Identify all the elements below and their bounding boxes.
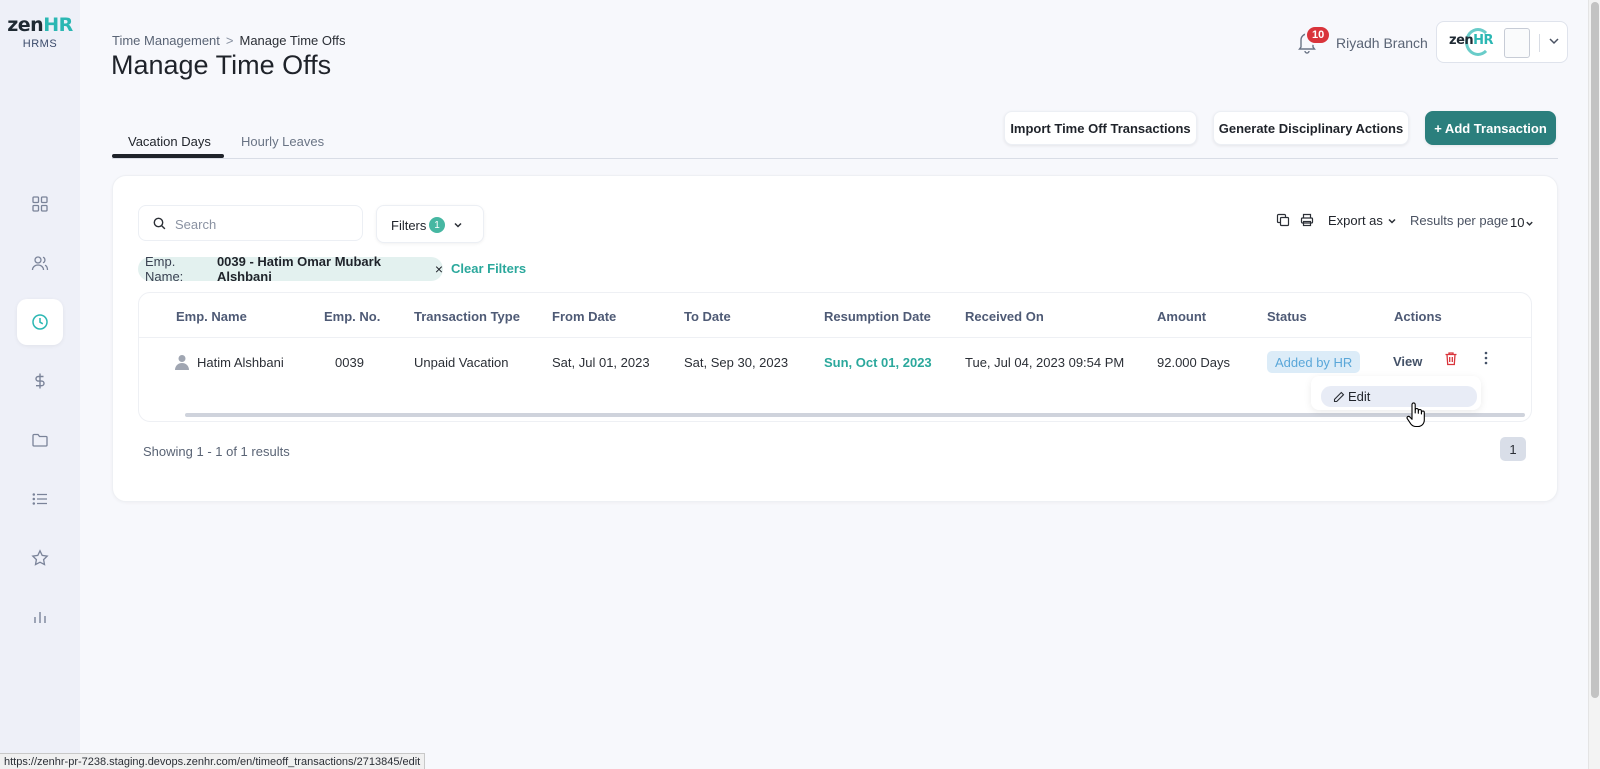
column-header[interactable]: Resumption Date xyxy=(824,309,931,324)
export-dropdown[interactable]: Export as xyxy=(1328,213,1383,228)
brand-wordmark: zenHR xyxy=(0,14,80,36)
sidebar: zenHR HRMS xyxy=(0,0,80,769)
trash-icon[interactable] xyxy=(1444,351,1458,366)
filters-count-badge: 1 xyxy=(429,217,445,233)
filter-chip-label: Emp. Name: xyxy=(145,254,184,284)
chevron-down-icon xyxy=(1526,221,1533,226)
print-icon[interactable] xyxy=(1300,213,1314,227)
sidebar-item-time[interactable] xyxy=(17,299,63,345)
sidebar-item-documents[interactable] xyxy=(17,417,63,463)
list-icon xyxy=(32,493,47,505)
column-header[interactable]: Emp. No. xyxy=(324,309,380,324)
search-box[interactable] xyxy=(138,205,363,241)
more-vertical-icon[interactable] xyxy=(1483,351,1489,365)
notification-badge: 10 xyxy=(1305,25,1332,45)
page-title: Manage Time Offs xyxy=(111,50,332,80)
search-icon xyxy=(153,217,166,230)
bar-chart-icon xyxy=(34,612,46,623)
tab-active-indicator xyxy=(112,154,224,158)
filter-chip-value: 0039 - Hatim Omar Mubark Alshbani xyxy=(216,254,381,284)
status-badge: Added by HR xyxy=(1267,351,1361,373)
results-summary: Showing 1 - 1 of 1 results xyxy=(143,444,290,459)
edit-menu-item[interactable]: Edit xyxy=(1321,386,1477,407)
hand-cursor-icon xyxy=(1406,402,1425,428)
chevron-down-icon[interactable] xyxy=(1547,34,1561,48)
account-divider xyxy=(1539,34,1540,52)
brand-accent: HR xyxy=(43,14,73,36)
browser-status-url: https://zenhr-pr-7238.staging.devops.zen… xyxy=(0,753,426,769)
branch-selector[interactable]: Riyadh Branch xyxy=(1336,35,1428,51)
column-header: Actions xyxy=(1394,309,1442,324)
cell-from-date: Sat, Jul 01, 2023 xyxy=(552,355,650,370)
users-icon xyxy=(31,256,49,271)
column-header[interactable]: To Date xyxy=(684,309,731,324)
cell-transaction-type: Unpaid Vacation xyxy=(414,355,509,370)
cell-amount: 92.000 Days xyxy=(1157,355,1230,370)
close-icon[interactable]: × xyxy=(435,261,443,277)
tab-hourly-leaves[interactable]: Hourly Leaves xyxy=(241,134,324,149)
sidebar-item-employees[interactable] xyxy=(17,240,63,286)
sidebar-item-lists[interactable] xyxy=(17,476,63,522)
avatar xyxy=(1504,28,1530,58)
sidebar-item-favorites[interactable] xyxy=(17,535,63,581)
chevron-down-icon xyxy=(1388,218,1396,224)
column-header[interactable]: Transaction Type xyxy=(414,309,520,324)
cell-emp-no: 0039 xyxy=(335,355,364,370)
folder-icon xyxy=(32,433,48,447)
column-header[interactable]: Amount xyxy=(1157,309,1206,324)
company-logo-accent: HR xyxy=(1473,33,1494,48)
filters-label: Filters xyxy=(391,218,427,233)
clear-filters-link[interactable]: Clear Filters xyxy=(451,261,526,276)
copy-icon[interactable] xyxy=(1276,213,1290,227)
import-transactions-button[interactable]: Import Time Off Transactions xyxy=(1004,111,1197,145)
edit-label: Edit xyxy=(1348,389,1371,404)
add-transaction-button[interactable]: + Add Transaction xyxy=(1425,111,1556,145)
company-logo: zenHR xyxy=(1449,33,1494,48)
dollar-icon xyxy=(35,373,45,389)
column-header[interactable]: Status xyxy=(1267,309,1307,324)
row-actions-menu: Edit xyxy=(1311,376,1481,410)
company-logo-main: zen xyxy=(1449,33,1474,48)
table-header: Emp. Name Emp. No. Transaction Type From… xyxy=(139,293,1531,338)
breadcrumb-separator: > xyxy=(225,33,234,48)
filters-button[interactable]: Filters 1 xyxy=(376,205,484,243)
column-header[interactable]: Received On xyxy=(965,309,1044,324)
grid-icon xyxy=(32,196,48,212)
cell-received-on: Tue, Jul 04, 2023 09:54 PM xyxy=(965,355,1125,370)
results-per-page-label: Results per page xyxy=(1410,213,1509,228)
user-avatar-icon xyxy=(175,355,189,370)
app-logo[interactable]: zenHR HRMS xyxy=(0,14,80,50)
search-input[interactable] xyxy=(175,214,355,234)
cell-to-date: Sat, Sep 30, 2023 xyxy=(684,355,789,370)
scrollbar-thumb[interactable] xyxy=(1591,2,1599,698)
breadcrumb: Time Management > Manage Time Offs xyxy=(112,33,345,48)
brand-sub: HRMS xyxy=(22,38,58,50)
horizontal-scrollbar[interactable] xyxy=(185,413,1525,417)
breadcrumb-current: Manage Time Offs xyxy=(239,33,346,48)
star-icon xyxy=(31,549,49,566)
column-header[interactable]: Emp. Name xyxy=(176,309,247,324)
column-header[interactable]: From Date xyxy=(552,309,616,324)
sidebar-item-reports[interactable] xyxy=(17,594,63,640)
active-filter-chip: Emp. Name: 0039 - Hatim Omar Mubark Alsh… xyxy=(138,254,443,284)
sidebar-item-payroll[interactable] xyxy=(17,358,63,404)
sidebar-item-dashboard[interactable] xyxy=(17,181,63,227)
breadcrumb-parent[interactable]: Time Management xyxy=(112,33,220,48)
clock-icon xyxy=(32,314,48,330)
view-button[interactable]: View xyxy=(1393,354,1422,369)
chevron-down-icon xyxy=(454,222,462,228)
cell-emp-name[interactable]: Hatim Alshbani xyxy=(197,355,284,370)
pencil-icon xyxy=(1333,391,1345,402)
account-menu[interactable]: zenHR xyxy=(1436,21,1568,63)
vertical-scrollbar[interactable] xyxy=(1588,0,1600,769)
pagination-page-1[interactable]: 1 xyxy=(1500,437,1526,461)
tab-vacation-days[interactable]: Vacation Days xyxy=(128,134,211,149)
results-per-page-select[interactable]: 10 xyxy=(1510,215,1524,230)
brand-main: zen xyxy=(7,14,44,36)
generate-disciplinary-actions-button[interactable]: Generate Disciplinary Actions xyxy=(1213,111,1409,145)
cell-resumption-date: Sun, Oct 01, 2023 xyxy=(824,355,932,370)
